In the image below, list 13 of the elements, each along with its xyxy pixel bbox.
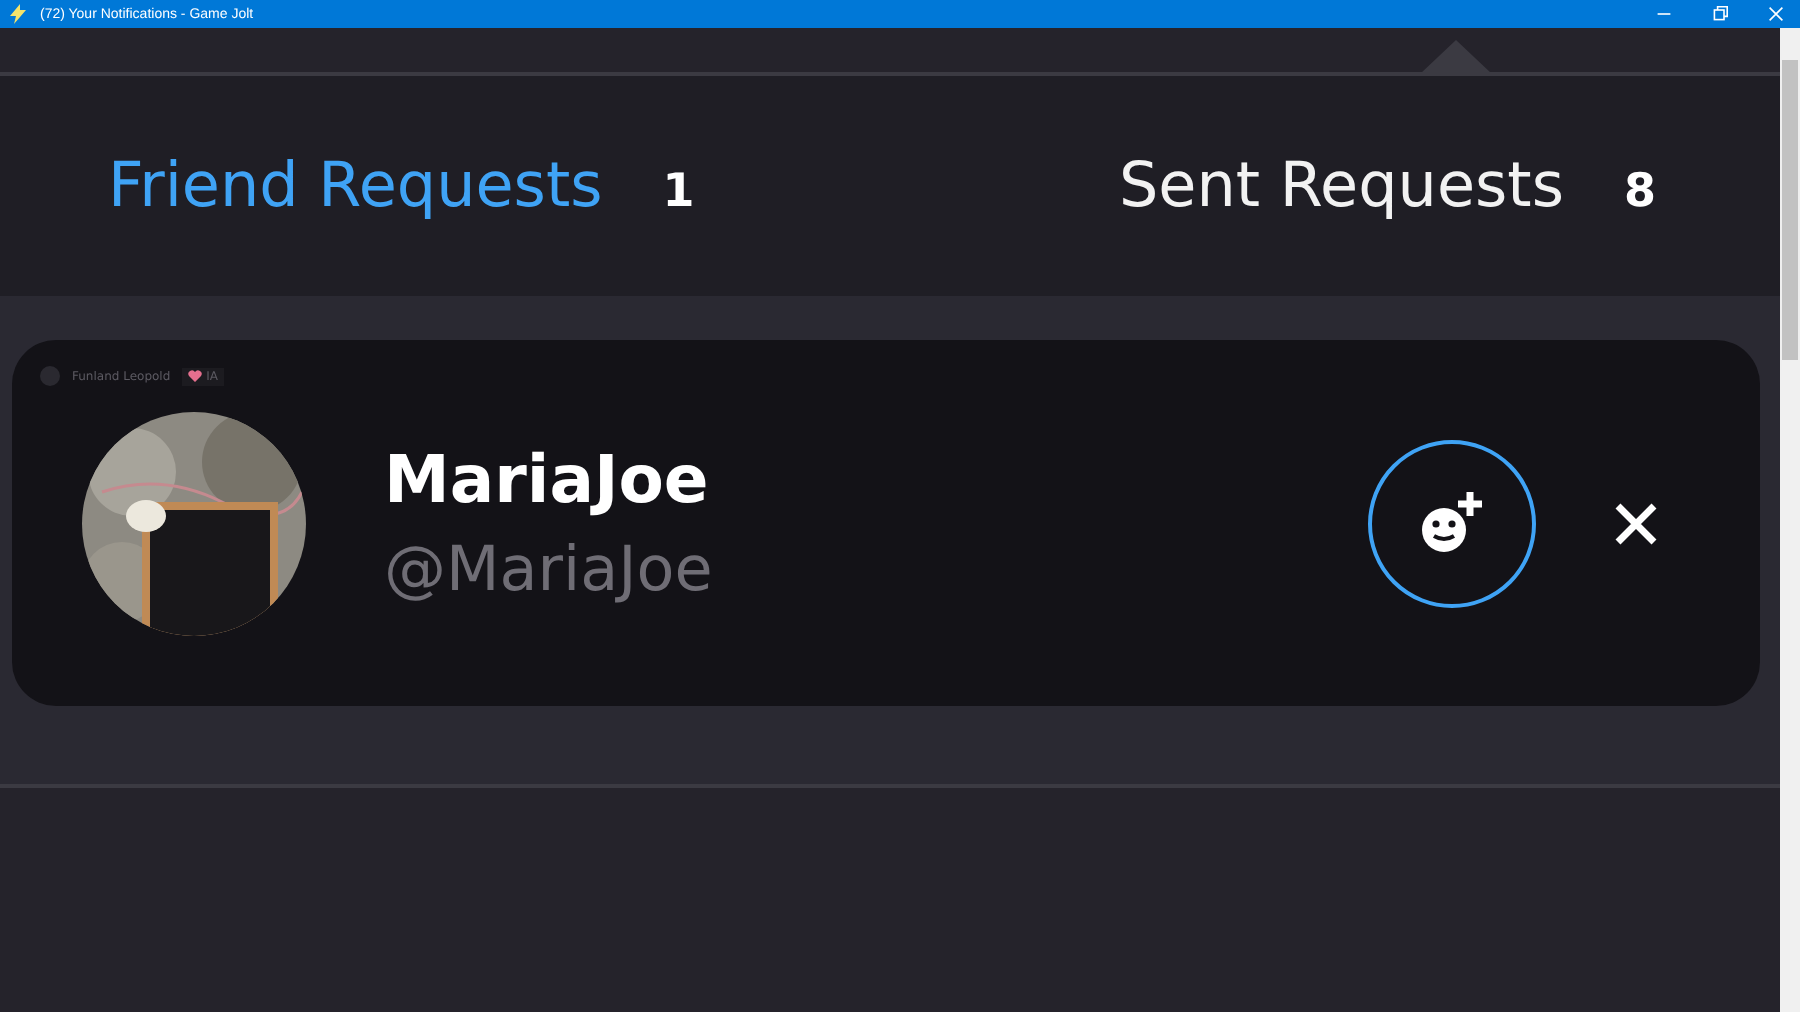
close-icon[interactable] [1768,6,1784,22]
display-name: MariaJoe [384,440,711,518]
accept-button[interactable] [1368,439,1536,607]
app-icon [8,4,28,24]
heart-icon [188,370,203,382]
scrollbar[interactable] [1780,28,1800,1012]
tab[interactable]: Sent Requests 8 [1119,150,1656,222]
restore-icon[interactable] [1712,6,1728,22]
dismiss-button[interactable] [1612,499,1660,547]
tab[interactable]: Friend Requests 1 [108,150,695,222]
avatar-icon [40,366,60,386]
close-icon [1612,499,1660,547]
username: @MariaJoe [384,534,713,606]
